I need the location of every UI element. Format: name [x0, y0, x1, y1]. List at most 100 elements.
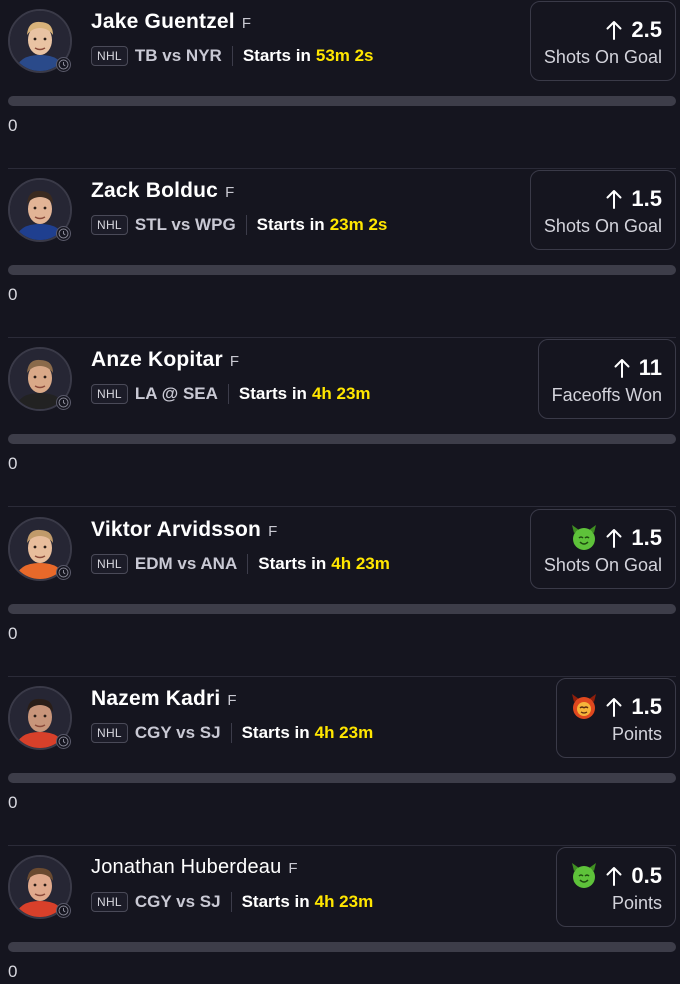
player-position: F: [225, 184, 235, 201]
progress-bar: [8, 942, 676, 952]
clock-icon: [56, 395, 71, 410]
game-info: NHL STL vs WPG Starts in 23m 2s: [91, 213, 387, 237]
clock-icon: [56, 565, 71, 580]
player-name[interactable]: Jonathan Huberdeau: [91, 856, 281, 879]
row-divider: [8, 506, 676, 507]
player-name[interactable]: Jake Guentzel: [91, 10, 235, 34]
game-info: NHL LA @ SEA Starts in 4h 23m: [91, 382, 371, 406]
progress-value: 0: [8, 285, 18, 304]
player-row[interactable]: Jonathan Huberdeau F NHL CGY vs SJ Starts in…: [0, 846, 680, 984]
progress-value: 0: [8, 793, 18, 812]
starts-label: Starts in: [238, 384, 307, 403]
countdown: 4h 23m: [314, 892, 374, 911]
progress-bar: [8, 434, 676, 444]
projection-box[interactable]: 0.5 Points: [556, 847, 676, 927]
player-name-line: Jonathan Huberdeau F: [91, 856, 298, 884]
player-name[interactable]: Viktor Arvidsson: [91, 518, 261, 542]
league-badge: NHL: [91, 892, 128, 912]
game-info: NHL TB vs NYR Starts in 53m 2s: [91, 44, 374, 68]
projection-box[interactable]: 1.5 Shots On Goal: [529, 509, 676, 589]
progress-value: 0: [8, 624, 18, 643]
divider: [231, 46, 233, 66]
league-badge: NHL: [91, 46, 128, 66]
countdown: 23m 2s: [329, 215, 388, 234]
line-value: 2.5: [631, 16, 662, 42]
player-name[interactable]: Anze Kopitar: [91, 348, 223, 372]
player-position: F: [229, 353, 240, 370]
projection-line: 2.5: [606, 15, 662, 45]
line-value: 0.5: [631, 862, 662, 888]
league-badge: NHL: [91, 554, 128, 574]
progress-bar: [8, 96, 676, 106]
league-badge: NHL: [91, 723, 128, 743]
stat-label: Points: [611, 892, 662, 913]
red-devil-icon: [570, 693, 598, 721]
stat-label: Faceoffs Won: [551, 384, 662, 405]
player-name-line: Jake Guentzel F: [91, 10, 251, 38]
projection-box[interactable]: 2.5 Shots On Goal: [529, 1, 676, 81]
clock-icon: [56, 903, 71, 918]
stat-label: Shots On Goal: [543, 554, 662, 575]
countdown: 4h 23m: [331, 554, 390, 573]
divider: [230, 723, 232, 743]
line-value: 1.5: [631, 524, 662, 550]
clock-icon: [56, 57, 71, 72]
projection-line: 1.5: [570, 692, 662, 722]
countdown: 4h 23m: [311, 384, 371, 403]
countdown: 4h 23m: [314, 723, 374, 742]
clock-icon: [56, 734, 71, 749]
arrow-up-icon: [614, 358, 630, 378]
player-row[interactable]: Nazem Kadri F NHL CGY vs SJ Starts in 4h 23m 1…: [0, 677, 680, 846]
player-avatar[interactable]: [8, 9, 72, 73]
matchup: CGY vs SJ: [134, 723, 221, 742]
starts-label: Starts in: [256, 215, 325, 234]
line-value: 11: [638, 354, 662, 380]
arrow-up-icon: [606, 528, 622, 548]
progress-bar: [8, 265, 676, 275]
projection-line: 0.5: [570, 861, 662, 891]
player-name[interactable]: Zack Bolduc: [91, 179, 218, 203]
player-avatar[interactable]: [8, 517, 72, 581]
player-avatar[interactable]: [8, 686, 72, 750]
projection-box[interactable]: 11 Faceoffs Won: [537, 339, 676, 419]
projection-line: 1.5: [570, 523, 662, 553]
player-avatar[interactable]: [8, 855, 72, 919]
stat-label: Shots On Goal: [543, 215, 662, 236]
progress-value: 0: [8, 962, 18, 981]
matchup: TB vs NYR: [134, 46, 222, 65]
player-row[interactable]: Zack Bolduc F NHL STL vs WPG Starts in 23m 2s…: [0, 169, 680, 338]
line-value: 1.5: [631, 693, 662, 719]
matchup: CGY vs SJ: [134, 892, 221, 911]
player-row[interactable]: Anze Kopitar F NHL LA @ SEA Starts in 4h 23m 1…: [0, 338, 680, 507]
arrow-up-icon: [606, 697, 622, 717]
matchup: STL vs WPG: [134, 215, 236, 234]
player-position: F: [288, 860, 298, 877]
matchup: LA @ SEA: [134, 384, 218, 403]
projection-box[interactable]: 1.5 Points: [556, 678, 676, 758]
progress-value: 0: [8, 454, 18, 473]
arrow-up-icon: [606, 866, 622, 886]
player-row[interactable]: Jake Guentzel F NHL TB vs NYR Starts in 53m 2…: [0, 0, 680, 169]
game-info: NHL CGY vs SJ Starts in 4h 23m: [91, 890, 373, 914]
starts-label: Starts in: [241, 723, 310, 742]
arrow-up-icon: [606, 189, 622, 209]
progress-bar: [8, 773, 676, 783]
player-name[interactable]: Nazem Kadri: [91, 687, 220, 711]
matchup: EDM vs ANA: [134, 554, 238, 573]
countdown: 53m 2s: [315, 46, 374, 65]
player-avatar[interactable]: [8, 347, 72, 411]
player-name-line: Viktor Arvidsson F: [91, 518, 277, 546]
projection-line: 1.5: [606, 184, 662, 214]
divider: [245, 215, 247, 235]
arrow-up-icon: [606, 20, 622, 40]
player-name-line: Nazem Kadri F: [91, 687, 237, 715]
player-avatar[interactable]: [8, 178, 72, 242]
player-row[interactable]: Viktor Arvidsson F NHL EDM vs ANA Starts in 4…: [0, 508, 680, 677]
clock-icon: [56, 226, 71, 241]
divider: [227, 384, 229, 404]
progress-bar: [8, 604, 676, 614]
projection-box[interactable]: 1.5 Shots On Goal: [529, 170, 676, 250]
progress-value: 0: [8, 116, 18, 135]
line-value: 1.5: [631, 185, 662, 211]
divider: [247, 554, 249, 574]
